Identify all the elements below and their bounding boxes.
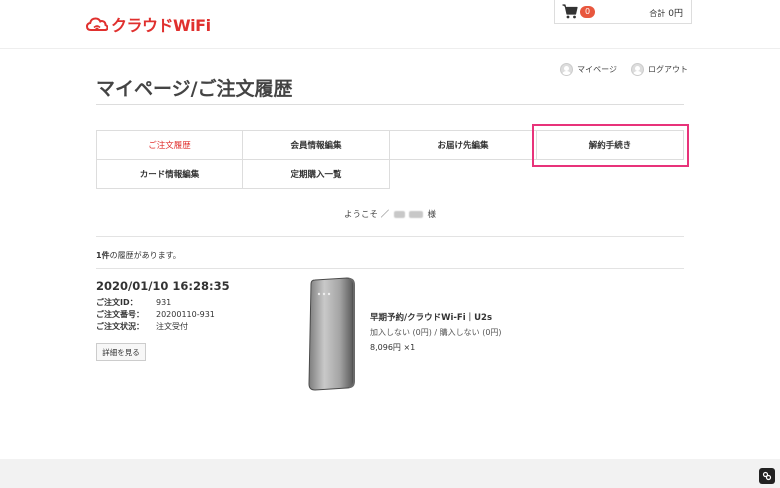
menu-delivery-edit[interactable]: お届け先編集	[389, 130, 537, 160]
order-status-value: 注文受付	[156, 322, 188, 331]
logo-text: クラウドWiFi	[111, 16, 211, 35]
product-name: 早期予約/クラウドWi-Fi｜U2s	[370, 313, 493, 323]
blurred-name	[393, 211, 405, 218]
history-count: 1件の履歴があります。	[96, 250, 181, 261]
order-number-row: ご注文番号： 20200110-931	[96, 309, 215, 321]
chat-icon	[762, 471, 772, 481]
cart-total-label: 合計	[649, 9, 666, 18]
divider	[96, 268, 684, 269]
cart-total-value: 0円	[668, 9, 683, 19]
logout-link-label: ログアウト	[648, 65, 688, 74]
order-date: 2020/01/10 16:28:35	[96, 279, 230, 293]
order-id-label: ご注文ID：	[96, 298, 138, 307]
order-status-row: ご注文状況： 注文受付	[96, 321, 215, 333]
menu-card-edit[interactable]: カード情報編集	[96, 159, 243, 189]
page-footer	[0, 459, 780, 488]
order-number-value: 20200110-931	[156, 310, 215, 319]
cloud-wifi-icon	[86, 17, 108, 31]
welcome-prefix: ようこそ ／	[343, 210, 390, 220]
site-header: クラウドWiFi 0 合計 0円	[0, 0, 780, 49]
menu-order-history[interactable]: ご注文履歴	[96, 130, 243, 160]
order-number-label: ご注文番号：	[96, 310, 144, 319]
cart-total: 合計 0円	[649, 6, 683, 19]
title-divider	[96, 104, 684, 105]
order-detail-button[interactable]: 詳細を見る	[96, 343, 146, 361]
page-title: マイページ/ご注文履歴	[96, 78, 293, 100]
order-status-label: ご注文状況：	[96, 322, 144, 331]
cancellation-highlight	[532, 124, 689, 167]
user-icon	[560, 63, 574, 76]
product-price: 8,096円 ×1	[370, 343, 416, 352]
cart-icon	[562, 4, 578, 19]
welcome-suffix: 様	[427, 210, 437, 220]
order-id-row: ご注文ID： 931	[96, 297, 215, 309]
history-count-text: の履歴があります。	[109, 251, 181, 260]
welcome-message: ようこそ ／ 様	[0, 208, 780, 220]
wifi-router-image	[308, 277, 355, 391]
order-id-value: 931	[156, 298, 172, 307]
menu-member-edit[interactable]: 会員情報編集	[242, 130, 390, 160]
order-info: ご注文ID： 931 ご注文番号： 20200110-931 ご注文状況： 注文…	[96, 297, 215, 333]
divider	[96, 236, 684, 237]
mypage-link-label: マイページ	[577, 65, 617, 74]
history-count-number: 1件	[96, 251, 110, 260]
site-logo[interactable]: クラウドWiFi	[86, 12, 211, 36]
mypage-link[interactable]: マイページ	[560, 63, 617, 76]
chat-widget-button[interactable]	[759, 468, 775, 484]
menu-subscription-list[interactable]: 定期購入一覧	[242, 159, 390, 189]
logout-icon	[631, 63, 644, 76]
account-links: マイページ ログアウト	[560, 63, 688, 76]
logout-link[interactable]: ログアウト	[631, 63, 688, 76]
blurred-name	[408, 211, 423, 218]
cart-widget[interactable]: 0 合計 0円	[554, 0, 692, 24]
cart-count-badge: 0	[580, 6, 595, 18]
product-options: 加入しない (0円) / 購入しない (0円)	[370, 328, 502, 337]
